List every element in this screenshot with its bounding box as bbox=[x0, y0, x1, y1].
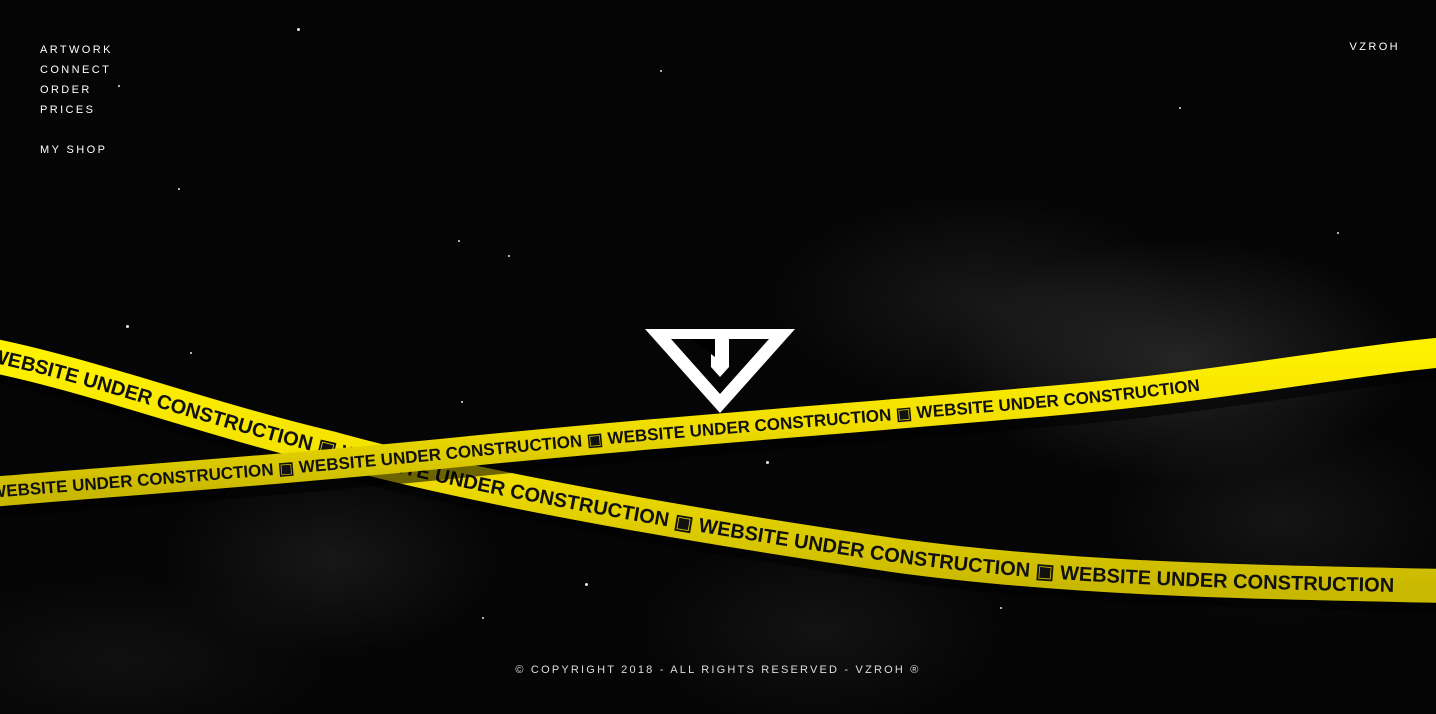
star bbox=[1000, 607, 1002, 609]
star bbox=[461, 401, 463, 403]
nav-prices-link[interactable]: PRICES bbox=[40, 100, 113, 120]
nav-order-link[interactable]: ORDER bbox=[40, 80, 113, 100]
star bbox=[118, 85, 120, 87]
footer-copyright: © COPYRIGHT 2018 - ALL RIGHTS RESERVED -… bbox=[515, 664, 921, 676]
main-nav: ARTWORK CONNECT ORDER PRICES MY SHOP bbox=[40, 40, 113, 160]
nav-connect-link[interactable]: CONNECT bbox=[40, 60, 113, 80]
star bbox=[482, 617, 484, 619]
vzroh-logo-icon bbox=[645, 329, 795, 413]
star bbox=[297, 28, 300, 31]
star bbox=[660, 70, 662, 72]
star bbox=[508, 255, 510, 257]
brand-link[interactable]: VZROH bbox=[1350, 40, 1401, 54]
nav-my-shop-link[interactable]: MY SHOP bbox=[40, 140, 113, 160]
star bbox=[1179, 107, 1181, 109]
star bbox=[458, 240, 460, 242]
star bbox=[766, 461, 769, 464]
star bbox=[126, 325, 129, 328]
nav-artwork-link[interactable]: ARTWORK bbox=[40, 40, 113, 60]
star bbox=[178, 188, 180, 190]
star bbox=[585, 583, 588, 586]
star bbox=[1337, 232, 1339, 234]
star bbox=[190, 352, 192, 354]
